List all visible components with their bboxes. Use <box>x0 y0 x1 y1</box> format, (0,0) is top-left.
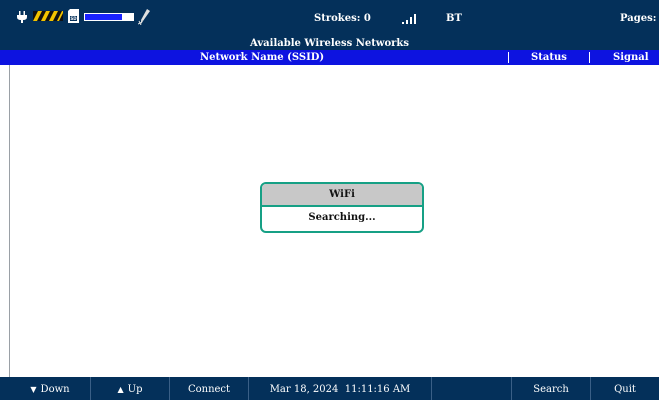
search-button[interactable]: Search <box>512 377 590 400</box>
down-label: Down <box>40 384 70 395</box>
warning-stripes-icon <box>33 11 63 24</box>
progress-bar-icon <box>84 13 134 24</box>
svg-text:SD: SD <box>70 16 77 21</box>
column-divider <box>508 52 509 63</box>
column-header-ssid: Network Name (SSID) <box>200 52 325 63</box>
pen-icon <box>137 9 150 28</box>
up-button[interactable]: ▲ Up <box>91 377 169 400</box>
down-button[interactable]: ▼ Down <box>10 377 90 400</box>
searching-dialog: WiFi Searching... <box>260 182 424 233</box>
window-title: Available Wireless Networks <box>0 37 659 50</box>
bluetooth-label: BT <box>446 13 462 24</box>
quit-button[interactable]: Quit <box>591 377 659 400</box>
datetime-display: Mar 18, 2024 11:11:16 AM <box>269 384 411 395</box>
strokes-count: Strokes: 0 <box>314 13 371 24</box>
connect-button[interactable]: Connect <box>170 377 248 400</box>
search-label: Search <box>533 384 569 395</box>
pages-count: Pages: 0 <box>620 13 659 24</box>
dialog-message: Searching... <box>308 212 376 223</box>
column-header-signal: Signal <box>613 52 649 63</box>
arrow-up-icon: ▲ <box>117 385 124 394</box>
status-bar: SD Strokes: 0 BT Pages: <box>0 0 659 37</box>
column-header-status: Status <box>531 52 567 63</box>
table-header: Network Name (SSID) Status Signal <box>0 50 659 65</box>
quit-label: Quit <box>614 384 636 395</box>
up-label: Up <box>127 384 143 395</box>
plug-icon <box>17 11 27 26</box>
sd-card-icon: SD <box>68 9 79 26</box>
screen: SD Strokes: 0 BT Pages: Available Wirele… <box>0 0 659 400</box>
footer-divider <box>431 377 432 400</box>
connect-label: Connect <box>187 384 231 395</box>
signal-icon <box>402 14 418 27</box>
dialog-title: WiFi <box>262 184 422 207</box>
footer-bar: ▼ Down ▲ Up Connect Mar 18, 2024 11:11:16 … <box>0 377 659 400</box>
column-divider <box>589 52 590 63</box>
arrow-down-icon: ▼ <box>30 385 37 394</box>
